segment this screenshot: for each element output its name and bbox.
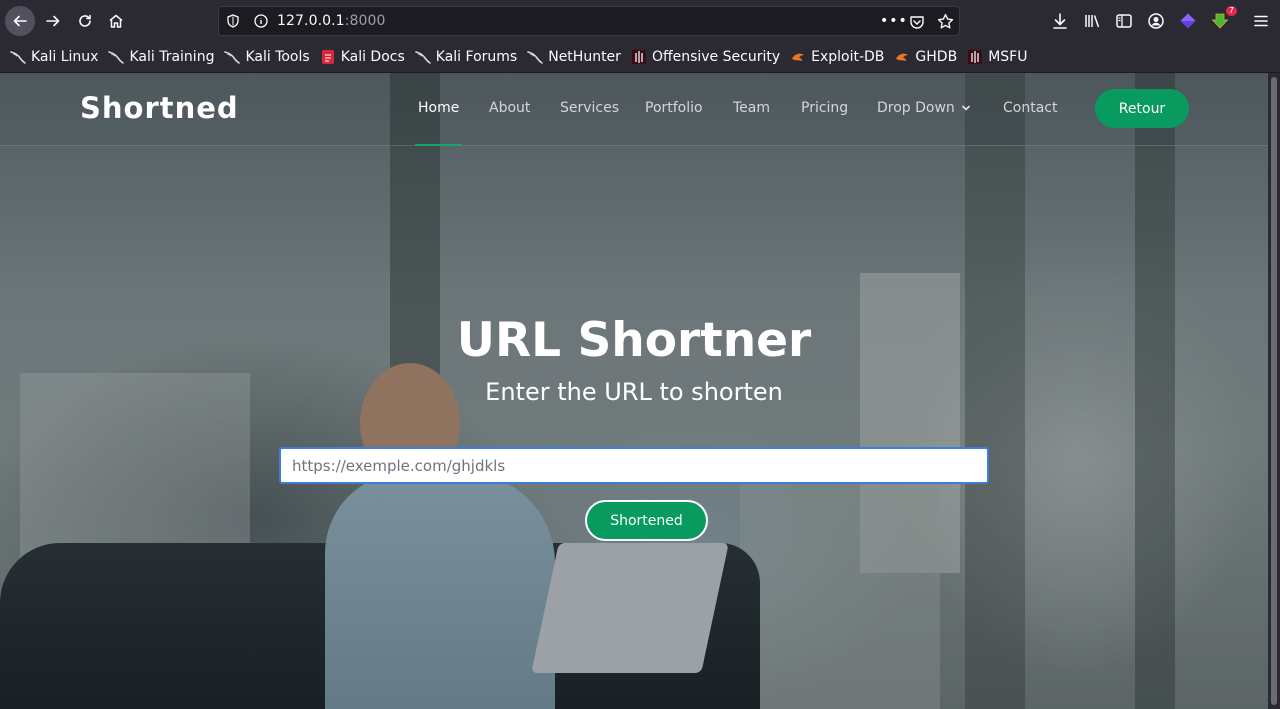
download-helper-extension-button[interactable]: 7: [1211, 6, 1237, 30]
scrollbar-thumb[interactable]: [1271, 77, 1277, 705]
kali-dragon-icon: [527, 51, 544, 64]
hero-subtitle: Enter the URL to shorten: [485, 378, 783, 406]
bookmark-kali-forums[interactable]: Kali Forums: [414, 49, 518, 65]
notification-badge: 7: [1225, 6, 1237, 16]
app-menu-button[interactable]: [1252, 12, 1270, 30]
offsec-icon: [968, 50, 983, 64]
bookmark-kali-training[interactable]: Kali Training: [108, 49, 214, 65]
site-info-icon[interactable]: [254, 14, 268, 28]
download-icon: [1053, 13, 1067, 29]
shorten-button[interactable]: Shortened: [585, 500, 708, 541]
bookmark-label: Kali Training: [129, 49, 215, 65]
kali-dragon-icon: [224, 51, 241, 64]
bookmark-exploit-db[interactable]: Exploit-DB: [790, 49, 884, 65]
library-button[interactable]: [1083, 12, 1101, 30]
bookmark-kali-docs[interactable]: Kali Docs: [320, 49, 405, 65]
offsec-icon: [631, 50, 646, 64]
bookmark-nethunter[interactable]: NetHunter: [527, 49, 621, 65]
purple-gem-extension-icon: [1180, 13, 1196, 29]
bookmark-offensive-security[interactable]: Offensive Security: [631, 49, 780, 65]
reload-icon: [79, 14, 91, 27]
bookmarks-toolbar: Kali Linux Kali Training Kali Tools Kali…: [0, 42, 1280, 73]
bookmark-label: Kali Linux: [31, 49, 99, 65]
bookmark-label: NetHunter: [548, 49, 621, 65]
nav-services[interactable]: Services: [560, 100, 619, 116]
pocket-icon[interactable]: [909, 14, 925, 30]
bookmark-label: GHDB: [915, 49, 958, 65]
reload-button[interactable]: [70, 6, 100, 36]
hamburger-menu-icon: [1254, 15, 1268, 27]
nav-team[interactable]: Team: [733, 100, 770, 116]
retour-button[interactable]: Retour: [1095, 89, 1189, 128]
nav-portfolio[interactable]: Portfolio: [645, 100, 703, 116]
hero-title: URL Shortner: [456, 313, 812, 368]
bookmark-kali-linux[interactable]: Kali Linux: [10, 49, 98, 65]
library-icon: [1085, 15, 1100, 28]
sidebar-button[interactable]: [1115, 12, 1133, 30]
extension-button[interactable]: [1179, 12, 1197, 30]
site-logo[interactable]: Shortned: [80, 91, 239, 125]
exploitdb-icon: [896, 53, 909, 61]
tracking-shield-icon[interactable]: [226, 14, 240, 28]
bookmark-label: Kali Docs: [340, 49, 405, 65]
bookmark-label: Offensive Security: [651, 49, 781, 65]
nav-dropdown-label: Drop Down: [877, 100, 955, 116]
kali-docs-icon: [321, 50, 334, 64]
bookmark-ghdb[interactable]: GHDB: [894, 49, 957, 65]
nav-contact[interactable]: Contact: [1003, 100, 1057, 116]
url-input[interactable]: [279, 447, 989, 484]
active-nav-indicator: [415, 144, 462, 146]
url-text[interactable]: 127.0.0.1:8000: [277, 13, 386, 29]
chevron-down-icon: [962, 105, 970, 111]
page-actions-menu[interactable]: •••: [880, 13, 908, 29]
forward-button[interactable]: [38, 6, 68, 36]
bookmark-label: Kali Tools: [245, 49, 310, 65]
nav-about[interactable]: About: [489, 100, 530, 116]
downloads-button[interactable]: [1051, 12, 1069, 30]
home-button[interactable]: [101, 6, 131, 36]
bookmark-msfu[interactable]: MSFU: [967, 49, 1027, 65]
arrow-left-icon: [13, 15, 27, 27]
account-icon: [1148, 13, 1164, 29]
nav-dropdown[interactable]: Drop Down: [877, 100, 971, 116]
bookmark-label: MSFU: [988, 49, 1028, 65]
url-port: :8000: [344, 13, 386, 29]
bookmark-kali-tools[interactable]: Kali Tools: [224, 49, 310, 65]
kali-dragon-icon: [108, 51, 125, 64]
bookmark-star-icon[interactable]: [937, 13, 954, 30]
url-host: 127.0.0.1: [277, 13, 345, 29]
exploitdb-icon: [792, 53, 805, 61]
sidebar-icon: [1116, 14, 1132, 28]
back-button[interactable]: [5, 6, 35, 36]
bookmark-label: Kali Forums: [435, 49, 518, 65]
nav-home[interactable]: Home: [418, 100, 459, 116]
browser-toolbar: 127.0.0.1:8000 ••• 7: [0, 0, 1280, 42]
kali-dragon-icon: [10, 51, 26, 64]
kali-dragon-icon: [414, 51, 431, 64]
green-arrow-extension-icon: [1211, 13, 1229, 29]
home-icon: [109, 14, 123, 28]
arrow-right-icon: [46, 15, 60, 27]
page-scrollbar[interactable]: [1268, 73, 1280, 709]
address-bar[interactable]: 127.0.0.1:8000 •••: [218, 6, 960, 36]
bookmark-label: Exploit-DB: [811, 49, 885, 65]
account-button[interactable]: [1147, 12, 1165, 30]
site-header: Shortned Home About Services Portfolio T…: [0, 73, 1268, 146]
nav-pricing[interactable]: Pricing: [801, 100, 848, 116]
page-viewport: Shortned Home About Services Portfolio T…: [0, 73, 1268, 709]
